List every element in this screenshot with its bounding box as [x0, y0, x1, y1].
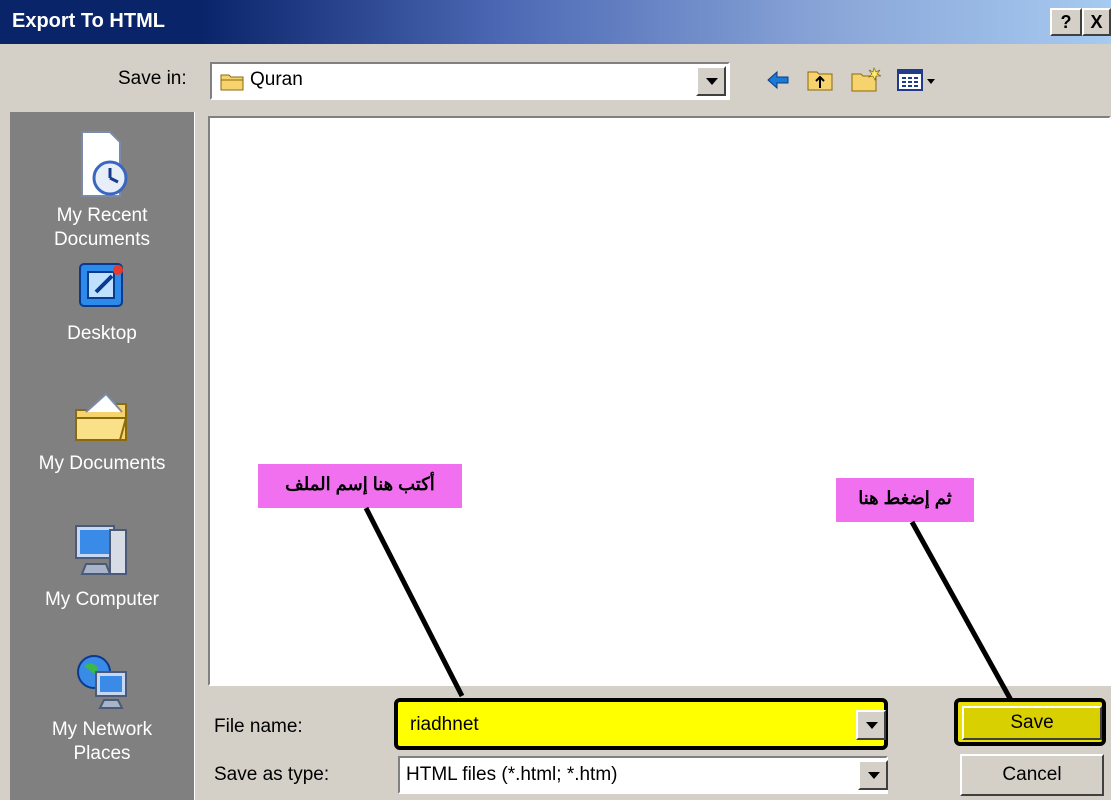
save-as-type-label: Save as type: [214, 764, 330, 785]
annotation-arrows [363, 506, 1015, 704]
file-name-dropdown-button[interactable] [856, 710, 886, 740]
save-as-type-dropdown-button[interactable] [858, 760, 888, 790]
file-name-label: File name: [214, 716, 303, 737]
save-button[interactable]: Save [962, 706, 1102, 740]
save-as-type-dropdown[interactable]: HTML files (*.html; *.htm) [398, 756, 888, 794]
file-name-input[interactable]: riadhnet [404, 710, 856, 740]
save-hint-arrow [909, 520, 1015, 704]
filename-hint-arrow [363, 506, 465, 698]
cancel-button[interactable]: Cancel [960, 754, 1104, 796]
